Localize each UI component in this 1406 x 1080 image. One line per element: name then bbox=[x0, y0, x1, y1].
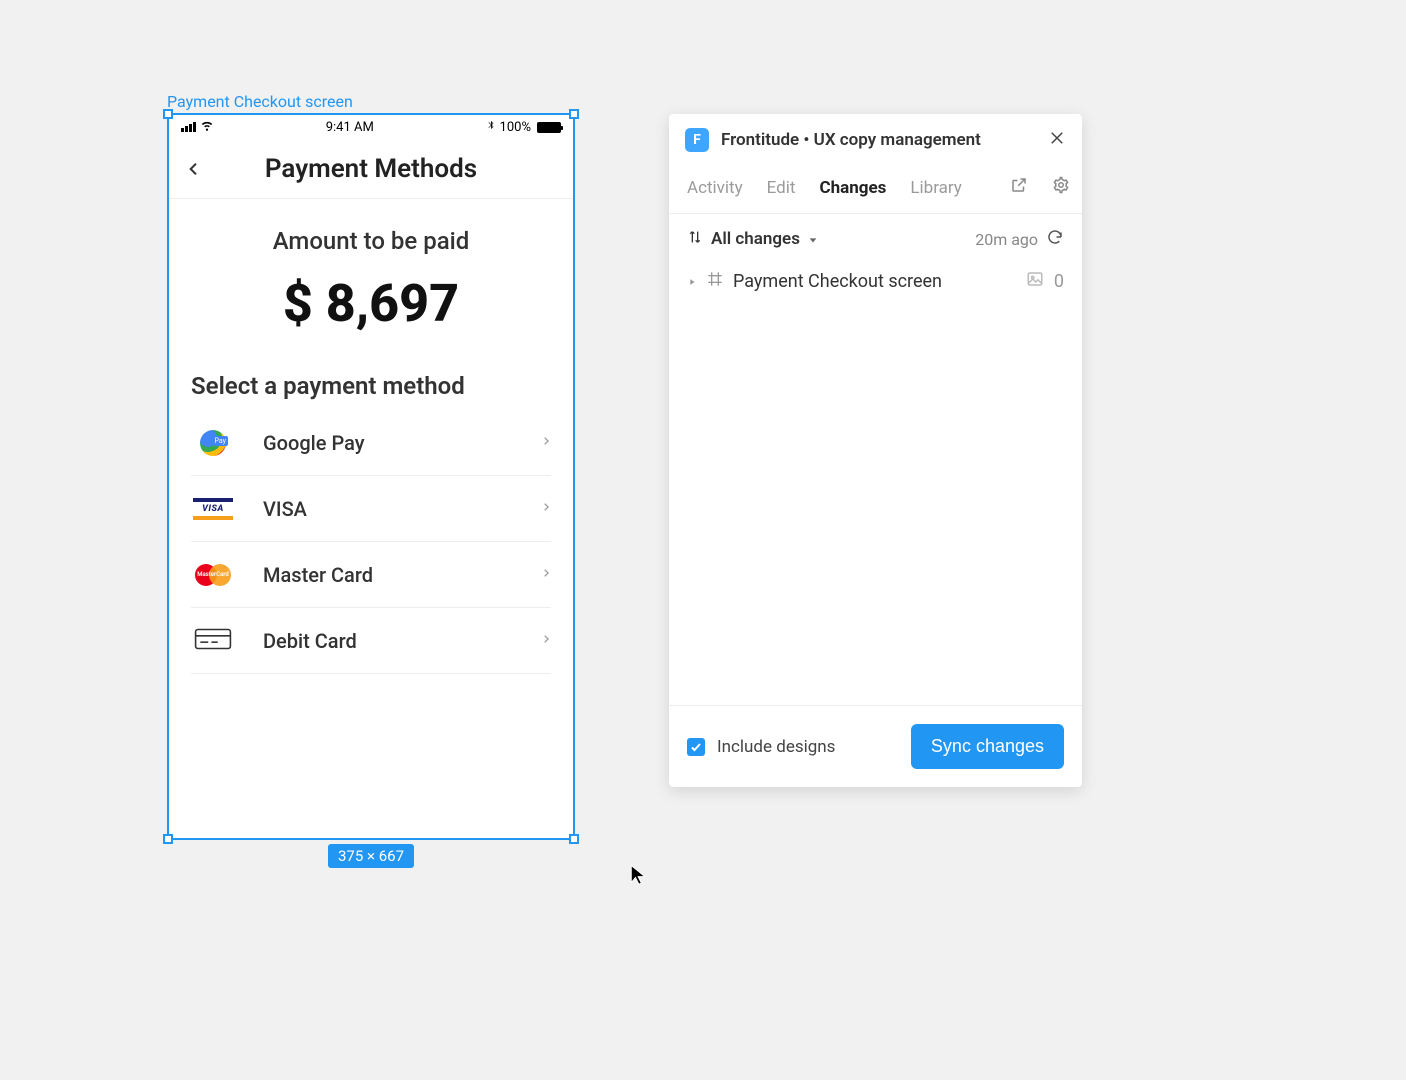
signal-icon bbox=[181, 122, 196, 132]
panel-footer: Include designs Sync changes bbox=[669, 705, 1082, 787]
resize-handle-tl[interactable] bbox=[163, 109, 173, 119]
plugin-panel: F Frontitude • UX copy management Activi… bbox=[669, 114, 1082, 787]
tab-activity[interactable]: Activity bbox=[687, 178, 743, 198]
chevron-right-icon bbox=[541, 631, 551, 651]
image-icon bbox=[1026, 270, 1044, 292]
change-count: 0 bbox=[1054, 271, 1064, 292]
changes-filter-dropdown[interactable]: All changes bbox=[711, 229, 800, 249]
status-time: 9:41 AM bbox=[326, 120, 374, 135]
tab-changes[interactable]: Changes bbox=[819, 178, 886, 198]
chevron-right-icon bbox=[541, 565, 551, 585]
chevron-down-icon[interactable] bbox=[808, 230, 818, 249]
last-sync-time: 20m ago bbox=[975, 230, 1038, 249]
chevron-right-icon bbox=[541, 499, 551, 519]
close-button[interactable] bbox=[1048, 129, 1066, 151]
cursor-icon bbox=[628, 862, 648, 890]
payment-method-label: Debit Card bbox=[263, 629, 513, 653]
amount-value: $ 8,697 bbox=[169, 273, 573, 334]
include-designs-checkbox[interactable] bbox=[687, 738, 705, 756]
sort-icon[interactable] bbox=[687, 229, 703, 249]
open-external-icon[interactable] bbox=[1010, 176, 1028, 199]
settings-icon[interactable] bbox=[1052, 176, 1070, 199]
payment-method-list: Google Pay VISA VISA MasterCard Master C… bbox=[169, 410, 573, 674]
google-pay-icon bbox=[191, 430, 235, 456]
payment-method-label: VISA bbox=[263, 497, 513, 521]
wifi-icon bbox=[200, 118, 214, 136]
chevron-right-icon bbox=[541, 433, 551, 453]
tab-library[interactable]: Library bbox=[910, 178, 961, 198]
debit-card-icon bbox=[191, 626, 235, 656]
payment-method-label: Master Card bbox=[263, 563, 513, 587]
payment-method-google-pay[interactable]: Google Pay bbox=[191, 410, 551, 476]
mastercard-icon: MasterCard bbox=[191, 562, 235, 588]
select-payment-label: Select a payment method bbox=[169, 344, 573, 410]
include-designs-label: Include designs bbox=[717, 737, 899, 757]
resize-handle-bl[interactable] bbox=[163, 834, 173, 844]
refresh-button[interactable] bbox=[1046, 228, 1064, 250]
battery-percent: 100% bbox=[500, 120, 531, 135]
change-item[interactable]: Payment Checkout screen 0 bbox=[669, 260, 1082, 302]
screen-title: Payment Methods bbox=[179, 154, 563, 184]
selected-frame[interactable]: 375 × 667 9:41 AM 100% Payment Methods A… bbox=[167, 113, 575, 840]
changes-filter-row: All changes 20m ago bbox=[669, 214, 1082, 260]
screen-header: Payment Methods bbox=[169, 139, 573, 199]
payment-method-mastercard[interactable]: MasterCard Master Card bbox=[191, 542, 551, 608]
panel-tabs: Activity Edit Changes Library bbox=[669, 166, 1082, 214]
tab-edit[interactable]: Edit bbox=[767, 178, 796, 198]
panel-header: F Frontitude • UX copy management bbox=[669, 114, 1082, 166]
visa-icon: VISA bbox=[191, 498, 235, 520]
dimensions-badge: 375 × 667 bbox=[328, 844, 414, 868]
tree-expand-icon[interactable] bbox=[687, 272, 697, 291]
battery-icon bbox=[537, 122, 561, 133]
change-item-name: Payment Checkout screen bbox=[733, 271, 1016, 292]
sync-changes-button[interactable]: Sync changes bbox=[911, 724, 1064, 769]
resize-handle-tr[interactable] bbox=[569, 109, 579, 119]
brand-badge: F bbox=[685, 128, 709, 152]
panel-title: Frontitude • UX copy management bbox=[721, 130, 1036, 150]
status-bar: 9:41 AM 100% bbox=[169, 115, 573, 139]
amount-label: Amount to be paid bbox=[169, 227, 573, 255]
bluetooth-icon bbox=[486, 119, 496, 135]
frame-label: Payment Checkout screen bbox=[167, 92, 353, 111]
resize-handle-br[interactable] bbox=[569, 834, 579, 844]
frame-icon bbox=[707, 271, 723, 291]
payment-method-visa[interactable]: VISA VISA bbox=[191, 476, 551, 542]
payment-method-debit-card[interactable]: Debit Card bbox=[191, 608, 551, 674]
payment-method-label: Google Pay bbox=[263, 431, 513, 455]
